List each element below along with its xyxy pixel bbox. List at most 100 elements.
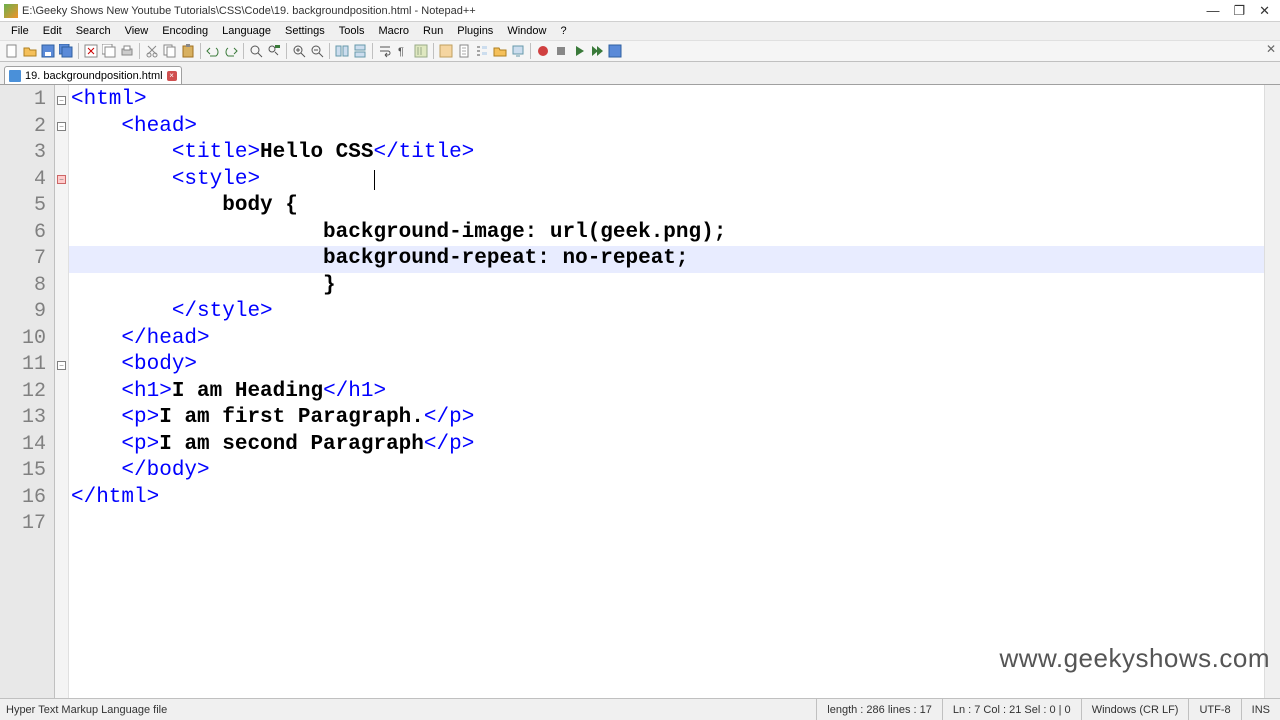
new-file-icon[interactable] xyxy=(4,43,20,59)
file-tab[interactable]: 19. backgroundposition.html × xyxy=(4,66,182,84)
code-line[interactable]: body { xyxy=(69,193,1280,220)
code-line[interactable]: <title>Hello CSS</title> xyxy=(69,140,1280,167)
status-filetype: Hyper Text Markup Language file xyxy=(0,704,816,716)
status-eol[interactable]: Windows (CR LF) xyxy=(1081,699,1189,720)
replace-icon[interactable] xyxy=(266,43,282,59)
doc-map-icon[interactable] xyxy=(456,43,472,59)
find-icon[interactable] xyxy=(248,43,264,59)
save-all-icon[interactable] xyxy=(58,43,74,59)
play-icon[interactable] xyxy=(571,43,587,59)
close-icon[interactable] xyxy=(83,43,99,59)
fold-cell xyxy=(55,405,68,432)
save-macro-icon[interactable] xyxy=(607,43,623,59)
menu-plugins[interactable]: Plugins xyxy=(450,24,500,38)
editor: 1234567891011121314151617 −−−− <html> <h… xyxy=(0,84,1280,698)
menu-macro[interactable]: Macro xyxy=(371,24,416,38)
paste-icon[interactable] xyxy=(180,43,196,59)
code-line[interactable]: <p>I am first Paragraph.</p> xyxy=(69,405,1280,432)
redo-icon[interactable] xyxy=(223,43,239,59)
code-line[interactable]: <html> xyxy=(69,87,1280,114)
fold-cell xyxy=(55,220,68,247)
fold-cell xyxy=(55,246,68,273)
wordwrap-icon[interactable] xyxy=(377,43,393,59)
copy-icon[interactable] xyxy=(162,43,178,59)
func-list-icon[interactable] xyxy=(474,43,490,59)
sync-v-icon[interactable] xyxy=(334,43,350,59)
lang-user-icon[interactable] xyxy=(438,43,454,59)
menu-language[interactable]: Language xyxy=(215,24,278,38)
menu-help[interactable]: ? xyxy=(553,24,573,38)
status-mode[interactable]: INS xyxy=(1241,699,1280,720)
status-encoding[interactable]: UTF-8 xyxy=(1188,699,1240,720)
menu-tools[interactable]: Tools xyxy=(332,24,372,38)
cut-icon[interactable] xyxy=(144,43,160,59)
zoom-in-icon[interactable] xyxy=(291,43,307,59)
menu-search[interactable]: Search xyxy=(69,24,118,38)
menu-file[interactable]: File xyxy=(4,24,36,38)
monitor-icon[interactable] xyxy=(510,43,526,59)
code-line[interactable]: <style> xyxy=(69,167,1280,194)
fold-toggle-icon[interactable]: − xyxy=(57,96,66,105)
show-all-chars-icon[interactable]: ¶ xyxy=(395,43,411,59)
fold-toggle-icon[interactable]: − xyxy=(57,122,66,131)
fold-cell: − xyxy=(55,352,68,379)
fold-cell: − xyxy=(55,87,68,114)
fold-cell xyxy=(55,326,68,353)
line-number: 15 xyxy=(0,458,54,485)
fold-cell xyxy=(55,485,68,512)
minimize-button[interactable]: — xyxy=(1206,3,1219,19)
file-tab-icon xyxy=(9,70,21,82)
svg-text:¶: ¶ xyxy=(398,46,404,58)
menu-settings[interactable]: Settings xyxy=(278,24,332,38)
save-icon[interactable] xyxy=(40,43,56,59)
fold-cell xyxy=(55,140,68,167)
code-area[interactable]: <html> <head> <title>Hello CSS</title> <… xyxy=(69,85,1280,698)
close-all-icon[interactable] xyxy=(101,43,117,59)
code-line[interactable]: </style> xyxy=(69,299,1280,326)
line-number: 9 xyxy=(0,299,54,326)
code-line[interactable]: </body> xyxy=(69,458,1280,485)
folder-icon[interactable] xyxy=(492,43,508,59)
close-button[interactable]: ✕ xyxy=(1259,3,1270,19)
code-line[interactable]: </head> xyxy=(69,326,1280,353)
line-number-gutter: 1234567891011121314151617 xyxy=(0,85,55,698)
line-number: 16 xyxy=(0,485,54,512)
line-number: 1 xyxy=(0,87,54,114)
indent-guide-icon[interactable] xyxy=(413,43,429,59)
play-multi-icon[interactable] xyxy=(589,43,605,59)
titlebar: E:\Geeky Shows New Youtube Tutorials\CSS… xyxy=(0,0,1280,22)
menubar: File Edit Search View Encoding Language … xyxy=(0,22,1280,40)
code-line[interactable]: <body> xyxy=(69,352,1280,379)
zoom-out-icon[interactable] xyxy=(309,43,325,59)
fold-toggle-icon[interactable]: − xyxy=(57,361,66,370)
fold-cell xyxy=(55,273,68,300)
vertical-scrollbar[interactable] xyxy=(1264,85,1280,698)
menu-edit[interactable]: Edit xyxy=(36,24,69,38)
maximize-button[interactable]: ❐ xyxy=(1233,3,1245,19)
menu-encoding[interactable]: Encoding xyxy=(155,24,215,38)
record-icon[interactable] xyxy=(535,43,551,59)
code-line[interactable]: background-repeat: no-repeat; xyxy=(69,246,1280,273)
open-file-icon[interactable] xyxy=(22,43,38,59)
sync-h-icon[interactable] xyxy=(352,43,368,59)
line-number: 4 xyxy=(0,167,54,194)
fold-cell xyxy=(55,299,68,326)
fold-toggle-icon[interactable]: − xyxy=(57,175,66,184)
code-line[interactable]: </html> xyxy=(69,485,1280,512)
tab-close-icon[interactable]: × xyxy=(167,71,177,81)
code-line[interactable]: background-image: url(geek.png); xyxy=(69,220,1280,247)
code-line[interactable]: <h1>I am Heading</h1> xyxy=(69,379,1280,406)
code-line[interactable]: <head> xyxy=(69,114,1280,141)
editor-close-icon[interactable]: ✕ xyxy=(1266,42,1276,56)
print-icon[interactable] xyxy=(119,43,135,59)
undo-icon[interactable] xyxy=(205,43,221,59)
stop-icon[interactable] xyxy=(553,43,569,59)
code-line[interactable]: <p>I am second Paragraph</p> xyxy=(69,432,1280,459)
menu-window[interactable]: Window xyxy=(500,24,553,38)
code-line[interactable]: } xyxy=(69,273,1280,300)
code-line[interactable] xyxy=(69,511,1280,538)
fold-cell xyxy=(55,193,68,220)
menu-view[interactable]: View xyxy=(118,24,156,38)
menu-run[interactable]: Run xyxy=(416,24,450,38)
line-number: 3 xyxy=(0,140,54,167)
